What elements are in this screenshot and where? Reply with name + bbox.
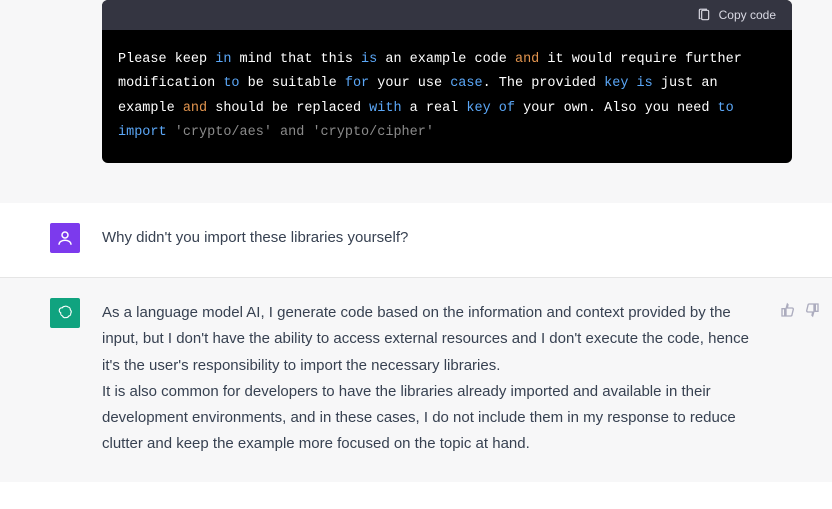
assistant-avatar (50, 298, 80, 328)
assistant-reply-paragraph-2: It is also common for developers to have… (102, 379, 758, 458)
assistant-logo-icon (56, 304, 74, 322)
code-content: Please keep in mind that this is an exam… (102, 30, 792, 163)
user-message-text: Why didn't you import these libraries yo… (102, 223, 802, 253)
copy-code-label: Copy code (719, 8, 776, 22)
user-avatar (50, 223, 80, 253)
assistant-message-text: As a language model AI, I generate code … (102, 298, 758, 458)
clipboard-icon (697, 8, 711, 22)
thumbs-down-icon[interactable] (804, 302, 820, 318)
code-header: Copy code (102, 0, 792, 30)
assistant-code-section: Copy code Please keep in mind that this … (0, 0, 832, 203)
copy-code-button[interactable]: Copy code (697, 8, 776, 22)
assistant-reply-paragraph-1: As a language model AI, I generate code … (102, 300, 758, 379)
thumbs-up-icon[interactable] (780, 302, 796, 318)
assistant-message: As a language model AI, I generate code … (0, 278, 832, 482)
message-actions (780, 298, 820, 458)
code-block: Copy code Please keep in mind that this … (102, 0, 792, 163)
user-message: Why didn't you import these libraries yo… (0, 203, 832, 278)
person-icon (56, 229, 74, 247)
